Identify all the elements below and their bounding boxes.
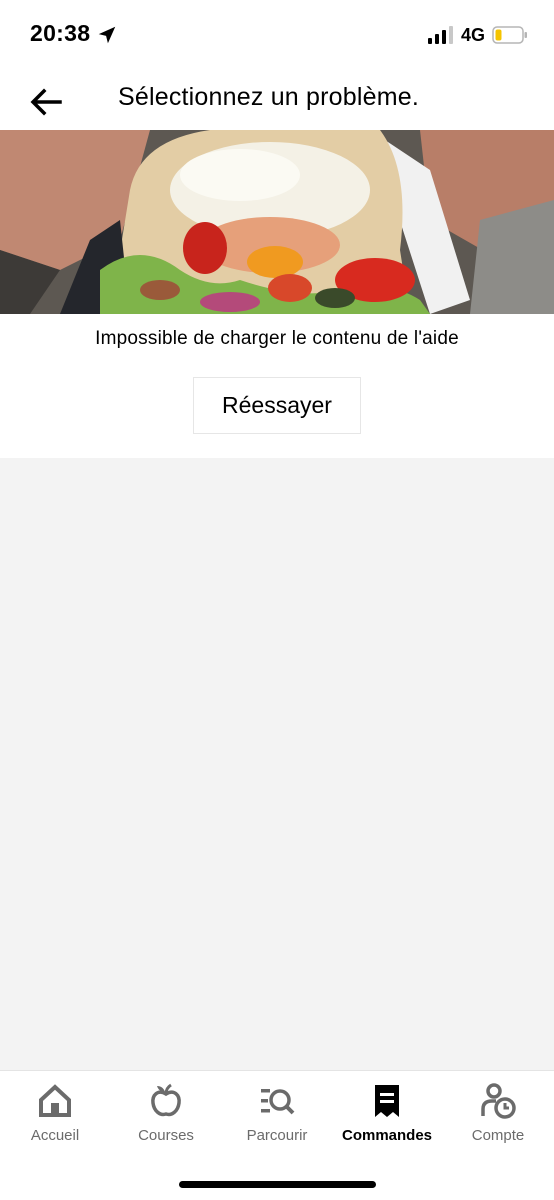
tab-label: Parcourir xyxy=(246,1127,308,1144)
receipt-icon xyxy=(375,1085,399,1117)
tab-accueil[interactable]: Accueil xyxy=(0,1077,110,1147)
arrow-left-icon xyxy=(30,88,62,116)
tab-parcourir[interactable]: Parcourir xyxy=(222,1077,332,1147)
network-label: 4G xyxy=(461,25,486,45)
header: Sélectionnez un problème. xyxy=(0,70,554,130)
location-arrow-icon xyxy=(98,26,116,44)
tab-commandes[interactable]: Commandes xyxy=(332,1077,442,1147)
back-button[interactable] xyxy=(22,82,70,122)
retry-button[interactable]: Réessayer xyxy=(193,377,361,434)
error-message: Impossible de charger le contenu de l'ai… xyxy=(95,328,459,349)
signal-icon xyxy=(428,26,453,44)
browse-search-icon xyxy=(261,1089,295,1115)
tab-courses[interactable]: Courses xyxy=(111,1077,221,1147)
status-time: 20:38 xyxy=(30,20,91,46)
account-icon xyxy=(481,1083,516,1119)
tab-label: Accueil xyxy=(30,1127,80,1144)
tab-label: Courses xyxy=(138,1127,194,1144)
tab-compte[interactable]: Compte xyxy=(443,1077,553,1147)
tab-label: Compte xyxy=(471,1127,525,1144)
help-content: Impossible de charger le contenu de l'ai… xyxy=(0,314,554,458)
home-icon xyxy=(39,1084,71,1117)
tab-label: Commandes xyxy=(341,1127,433,1144)
kebab-food-photo xyxy=(0,130,554,314)
page-title: Sélectionnez un problème. xyxy=(118,83,420,111)
status-bar: 20:38 4G xyxy=(0,0,554,70)
battery-icon xyxy=(492,26,527,44)
apple-icon xyxy=(151,1083,181,1117)
hero-image xyxy=(0,130,554,314)
home-indicator xyxy=(179,1181,376,1188)
